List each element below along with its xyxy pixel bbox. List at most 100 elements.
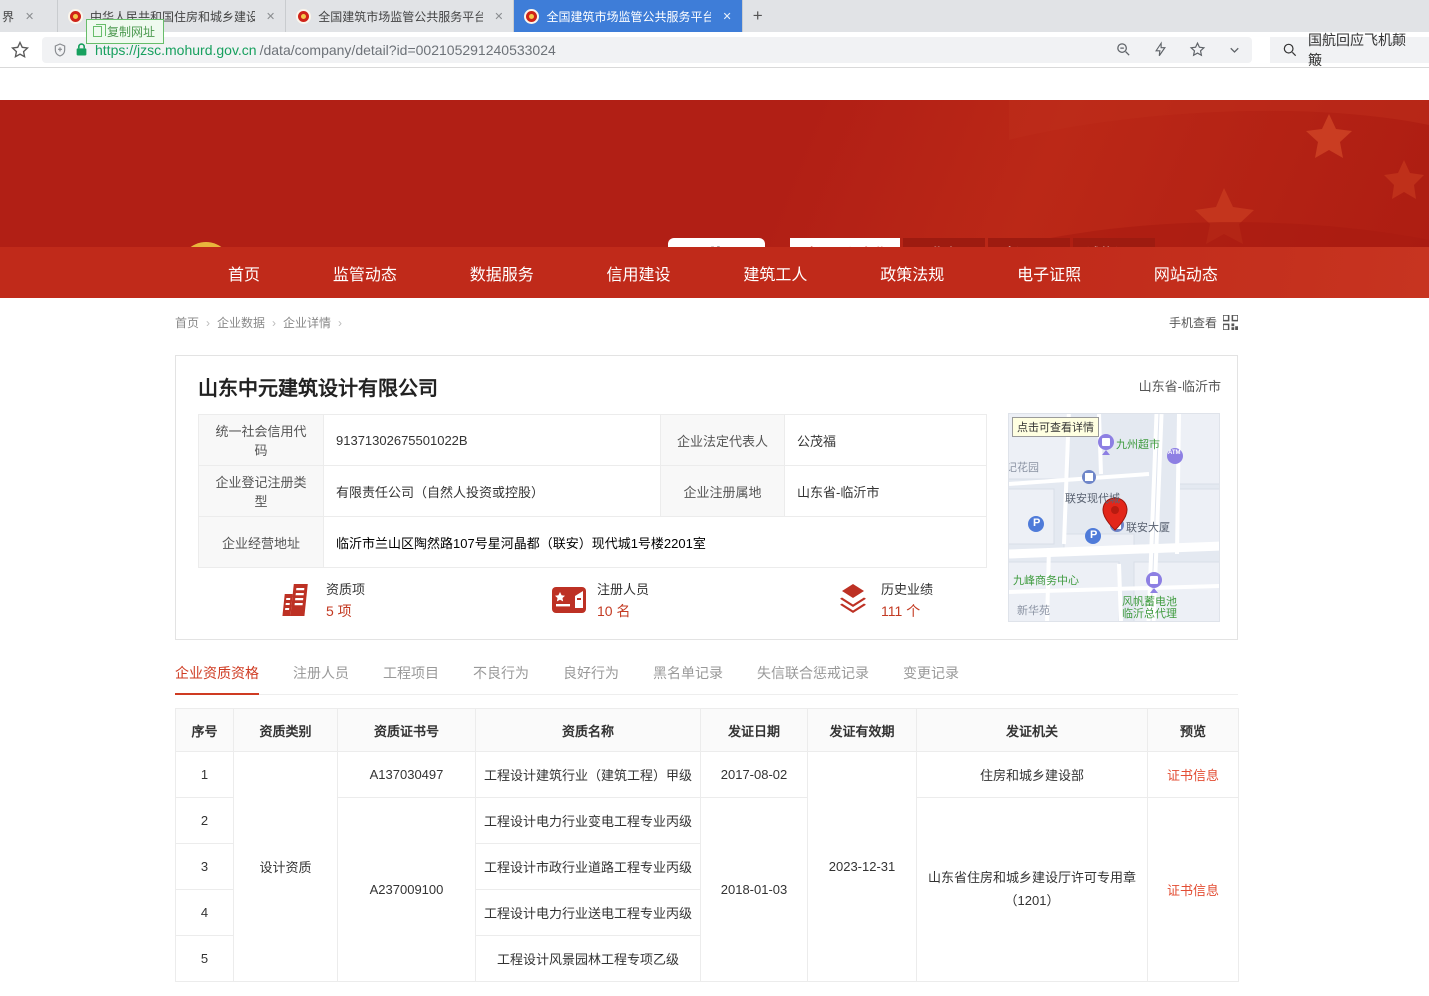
cell-cert-no: A237009100 <box>338 798 476 982</box>
tab-registered-personnel[interactable]: 注册人员 <box>293 663 349 695</box>
cell-category: 设计资质 <box>234 752 338 982</box>
favorite-star-icon[interactable] <box>1189 41 1206 58</box>
company-location-map[interactable]: 点击可查看详情 九州超市 ATM 记花园 联安现代城 联安大厦 P P 九峰商务… <box>1008 413 1220 622</box>
cell-seq: 3 <box>176 844 234 890</box>
map-poi-label: 临沂总代理 <box>1122 605 1177 621</box>
tab-close-icon[interactable]: ✕ <box>722 10 731 23</box>
browser-tab-3[interactable]: 全国建筑市场监管公共服务平台 ✕ <box>286 0 514 32</box>
nav-item-e-license[interactable]: 电子证照 <box>1017 261 1081 285</box>
certificate-info-link[interactable]: 证书信息 <box>1148 752 1239 798</box>
nav-item-credit[interactable]: 信用建设 <box>607 261 671 285</box>
search-category-tabs: 建设工程企业 从业人员 建设项目 诚信记录 <box>790 238 1238 247</box>
col-header-cert-no: 资质证书号 <box>338 709 476 752</box>
tab-change-records[interactable]: 变更记录 <box>903 663 959 695</box>
url-path: /data/company/detail?id=0021052912405330… <box>260 42 556 58</box>
flag-stars-decoration <box>1009 100 1429 247</box>
nav-item-policy[interactable]: 政策法规 <box>880 261 944 285</box>
company-info-table: 统一社会信用代码 91371302675501022B 企业法定代表人 公茂福 … <box>198 414 987 568</box>
certificate-info-link[interactable]: 证书信息 <box>1148 798 1239 982</box>
map-graphics <box>1009 414 1220 622</box>
mobile-view-label[interactable]: 手机查看 <box>1169 314 1217 331</box>
tab-qualifications[interactable]: 企业资质资格 <box>175 663 259 695</box>
quick-search-box[interactable]: 国航回应飞机颠簸 <box>1270 37 1429 63</box>
tab-close-icon[interactable]: ✕ <box>25 10 34 23</box>
map-poi-label: ATM <box>1168 450 1181 456</box>
search-tab-credit[interactable]: 诚信记录 <box>1073 238 1155 247</box>
breadcrumb-separator: › <box>206 316 210 330</box>
tab-title: 界 <box>2 8 14 25</box>
wechat-qr-code <box>668 238 765 247</box>
info-label: 企业登记注册类型 <box>199 466 324 517</box>
nav-item-supervision[interactable]: 监管动态 <box>333 261 397 285</box>
stat-value: 111 个 <box>881 601 933 621</box>
search-tab-project[interactable]: 建设项目 <box>988 238 1070 247</box>
registration-type-value: 有限责任公司（自然人投资或控股） <box>324 466 661 517</box>
nav-item-site-news[interactable]: 网站动态 <box>1154 261 1218 285</box>
cell-seq: 5 <box>176 936 234 982</box>
company-stats: 资质项 5 项 注册人员 10 名 历史业绩 111 个 <box>282 579 933 621</box>
tab-dishonesty-records[interactable]: 失信联合惩戒记录 <box>757 663 869 695</box>
browser-tab-active[interactable]: 全国建筑市场监管公共服务平台 ✕ <box>514 0 742 32</box>
idcard-icon <box>551 584 587 616</box>
breadcrumb: 首页 › 企业数据 › 企业详情 › 手机查看 <box>175 314 1238 331</box>
tab-close-icon[interactable]: ✕ <box>266 10 275 23</box>
cell-name: 工程设计建筑行业（建筑工程）甲级 <box>476 752 701 798</box>
tab-blacklist[interactable]: 黑名单记录 <box>653 663 723 695</box>
main-nav: 首页 监管动态 数据服务 信用建设 建筑工人 政策法规 电子证照 网站动态 <box>0 247 1429 298</box>
cell-issue-date: 2018-01-03 <box>701 798 808 982</box>
tab-bad-behavior[interactable]: 不良行为 <box>473 663 529 695</box>
quick-search-text: 国航回应飞机颠簸 <box>1308 30 1417 70</box>
nav-item-data-service[interactable]: 数据服务 <box>470 261 534 285</box>
emblem-favicon-icon <box>68 9 83 24</box>
stat-qualifications[interactable]: 资质项 5 项 <box>282 579 365 621</box>
qr-code-icon[interactable] <box>1223 315 1238 330</box>
col-header-authority: 发证机关 <box>917 709 1148 752</box>
qualification-table: 序号 资质类别 资质证书号 资质名称 发证日期 发证有效期 发证机关 预览 1 … <box>175 708 1239 982</box>
tab-good-behavior[interactable]: 良好行为 <box>563 663 619 695</box>
breadcrumb-separator: › <box>272 316 276 330</box>
stat-label: 注册人员 <box>597 579 649 598</box>
map-parking-icon: P <box>1033 517 1040 529</box>
building-icon <box>282 582 316 618</box>
breadcrumb-separator: › <box>338 316 342 330</box>
browser-toolbar: https://jzsc.mohurd.gov.cn/data/company/… <box>0 32 1429 68</box>
stat-history-performance[interactable]: 历史业绩 111 个 <box>835 579 933 621</box>
layers-icon <box>835 583 871 617</box>
cell-name: 工程设计市政行业道路工程专业丙级 <box>476 844 701 890</box>
cell-seq: 2 <box>176 798 234 844</box>
breadcrumb-company-data[interactable]: 企业数据 <box>217 314 265 331</box>
nav-item-home[interactable]: 首页 <box>228 261 260 285</box>
cell-name: 工程设计电力行业变电工程专业丙级 <box>476 798 701 844</box>
search-icon <box>1282 42 1298 58</box>
bookmark-star-icon[interactable] <box>10 40 30 60</box>
cell-issue-date: 2017-08-02 <box>701 752 808 798</box>
nav-item-workers[interactable]: 建筑工人 <box>743 261 807 285</box>
lightning-icon[interactable] <box>1153 41 1168 58</box>
url-bar[interactable]: https://jzsc.mohurd.gov.cn/data/company/… <box>42 37 1252 63</box>
cell-seq: 4 <box>176 890 234 936</box>
cell-authority: 住房和城乡建设部 <box>917 752 1148 798</box>
map-parking-icon: P <box>1090 529 1097 541</box>
browser-tab-1[interactable]: 界 ✕ <box>0 0 58 32</box>
tab-close-icon[interactable]: ✕ <box>494 10 503 23</box>
site-search: 建设工程企业 从业人员 建设项目 诚信记录 搜索 <box>790 238 1238 247</box>
chevron-down-icon[interactable] <box>1227 42 1242 57</box>
copy-tooltip-label: 复制网址 <box>107 23 155 40</box>
tab-projects[interactable]: 工程项目 <box>383 663 439 695</box>
search-tab-enterprise[interactable]: 建设工程企业 <box>790 238 900 247</box>
breadcrumb-company-detail[interactable]: 企业详情 <box>283 314 331 331</box>
table-row: 1 设计资质 A137030497 工程设计建筑行业（建筑工程）甲级 2017-… <box>176 752 1239 798</box>
tab-title: 全国建筑市场监管公共服务平台 <box>318 8 483 25</box>
site-header: 中华人民共和国住房和城乡建设部 www.mohurd.gov.cn 全国建筑市场… <box>0 100 1429 247</box>
zoom-out-icon[interactable] <box>1115 41 1132 58</box>
registration-region-value: 山东省-临沂市 <box>785 466 987 517</box>
breadcrumb-home[interactable]: 首页 <box>175 314 199 331</box>
copy-url-tooltip: 复制网址 <box>86 19 164 44</box>
search-tab-personnel[interactable]: 从业人员 <box>903 238 985 247</box>
new-tab-button[interactable]: + <box>743 0 773 32</box>
detail-tabs: 企业资质资格 注册人员 工程项目 不良行为 良好行为 黑名单记录 失信联合惩戒记… <box>175 663 1238 695</box>
browser-tab-bar: 界 ✕ 中华人民共和国住房和城乡建设 ✕ 全国建筑市场监管公共服务平台 ✕ 全国… <box>0 0 1429 32</box>
shield-icon[interactable] <box>52 42 68 58</box>
stat-registered-personnel[interactable]: 注册人员 10 名 <box>551 579 649 621</box>
cell-name: 工程设计电力行业送电工程专业丙级 <box>476 890 701 936</box>
